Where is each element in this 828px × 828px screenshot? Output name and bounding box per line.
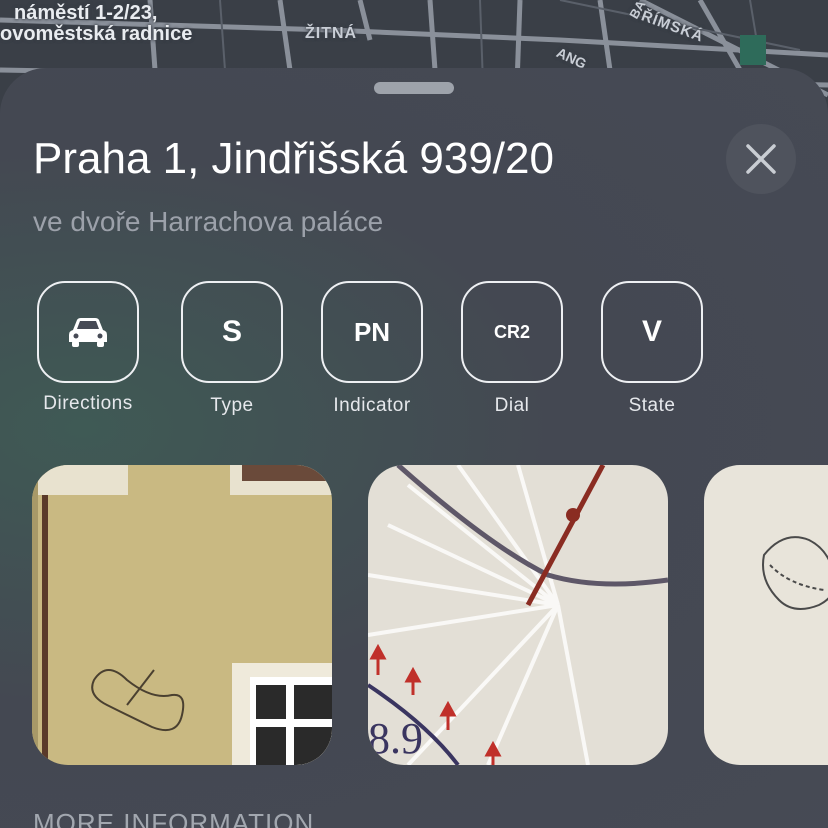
map-label-square: náměstí 1-2/23, [14,2,158,24]
indicator-label: Indicator [333,395,411,416]
photo-building-sundial[interactable] [32,465,332,765]
type-button[interactable]: S Type [162,281,302,417]
sundial-wall-image [32,465,332,765]
directions-button[interactable]: Directions [18,281,158,415]
action-row: Directions S Type PN Indicator CR2 Dial … [0,281,828,441]
directions-label: Directions [43,393,133,414]
photo-carousel[interactable]: 8.9 [0,465,828,765]
more-information-header: MORE INFORMATION [33,808,315,828]
dial-closeup-image: 8.9 [368,465,668,765]
close-button[interactable] [726,124,796,194]
screen: náměstí 1-2/23, ovoměstská radnice ŽITNÁ… [0,0,828,828]
state-label: State [628,395,676,416]
close-icon [746,144,776,174]
photo-dial-closeup[interactable]: 8.9 [368,465,668,765]
map-label-zitna: ŽITNÁ [305,25,358,42]
map-label-town-hall: ovoměstská radnice [0,23,193,45]
type-label: Type [210,395,254,416]
place-card-sheet: Praha 1, Jindřišská 939/20 ve dvoře Harr… [0,68,828,828]
drawing-image [704,465,828,765]
state-code[interactable]: V [601,281,703,383]
dial-button[interactable]: CR2 Dial [442,281,582,417]
place-title: Praha 1, Jindřišská 939/20 [33,134,554,183]
state-button[interactable]: V State [582,281,722,417]
dial-code[interactable]: CR2 [461,281,563,383]
place-subtitle: ve dvoře Harrachova paláce [33,206,384,237]
svg-text:8.9: 8.9 [368,714,423,763]
indicator-code[interactable]: PN [321,281,423,383]
sheet-grabber[interactable] [374,82,454,94]
dial-label: Dial [494,395,530,416]
photo-drawing[interactable] [704,465,828,765]
car-icon [69,318,107,347]
indicator-button[interactable]: PN Indicator [302,281,442,417]
directions-box[interactable] [37,281,139,383]
type-code[interactable]: S [181,281,283,383]
